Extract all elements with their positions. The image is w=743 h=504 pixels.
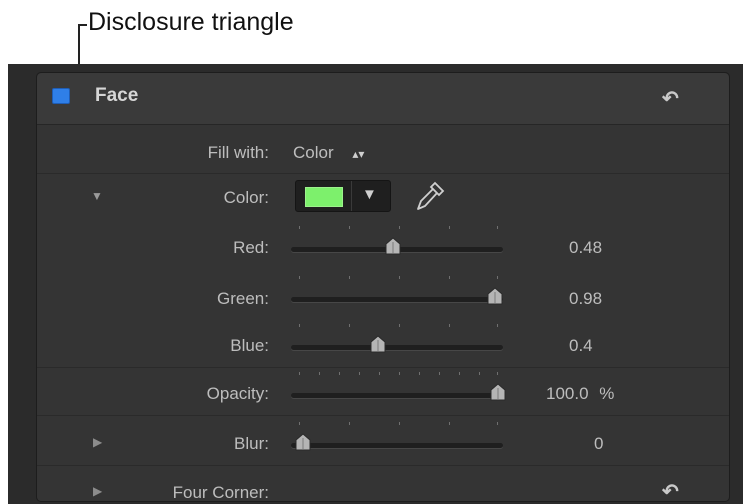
color-swatch[interactable] [305, 187, 343, 207]
face-parameter-group: Face ↶ Fill with: Color ▴▾ ▼ Color: ▼ Re… [36, 72, 730, 504]
row-separator [37, 367, 729, 368]
face-title: Face [95, 85, 139, 106]
fill-with-popup[interactable]: Color ▴▾ [293, 143, 364, 163]
color-label: Color: [223, 188, 269, 207]
opacity-slider-thumb[interactable] [488, 382, 508, 402]
blur-slider-thumb[interactable] [293, 432, 313, 452]
color-disclosure-triangle-icon[interactable]: ▼ [91, 189, 103, 203]
green-slider-ticks [299, 276, 499, 279]
opacity-value-field[interactable]: 100.0 % [546, 384, 614, 404]
fill-with-value: Color [293, 143, 334, 162]
fill-with-label: Fill with: [207, 143, 269, 162]
row-separator [37, 415, 729, 416]
four-corner-disclosure-triangle-icon[interactable]: ▶ [93, 484, 102, 498]
green-label: Green: [217, 289, 269, 308]
green-slider-thumb[interactable] [485, 286, 505, 306]
red-slider-thumb[interactable] [383, 236, 403, 256]
four-corner-label: Four Corner: [172, 483, 269, 502]
green-slider-track[interactable] [291, 297, 503, 302]
opacity-unit: % [599, 384, 615, 403]
face-enable-checkbox[interactable] [52, 88, 70, 104]
eyedropper-icon[interactable] [411, 179, 447, 215]
four-corner-reset-icon[interactable]: ↶ [662, 479, 679, 504]
opacity-slider-track[interactable] [291, 393, 503, 398]
blur-disclosure-triangle-icon[interactable]: ▶ [93, 435, 102, 449]
opacity-label: Opacity: [206, 384, 269, 403]
face-reset-icon[interactable]: ↶ [662, 86, 679, 111]
blur-value[interactable]: 0 [594, 434, 603, 454]
blur-label: Blur: [234, 434, 269, 453]
opacity-value: 100.0 [546, 384, 589, 403]
popup-stepper-icon: ▴▾ [352, 147, 365, 161]
red-label: Red: [233, 238, 269, 257]
blue-value[interactable]: 0.4 [569, 336, 593, 356]
row-separator [37, 173, 729, 174]
blue-label: Blue: [230, 336, 269, 355]
row-separator [37, 465, 729, 466]
face-header: Face ↶ [37, 73, 729, 125]
blue-slider-thumb[interactable] [368, 334, 388, 354]
blue-slider-track[interactable] [291, 345, 503, 350]
blue-slider-ticks [299, 324, 499, 327]
callout-label: Disclosure triangle [88, 8, 294, 36]
color-well-divider [351, 181, 352, 211]
color-popup-arrow-icon[interactable]: ▼ [362, 186, 377, 203]
green-value[interactable]: 0.98 [569, 289, 602, 309]
opacity-slider-ticks [299, 372, 499, 375]
color-well[interactable]: ▼ [295, 180, 391, 212]
inspector-panel: Face ↶ Fill with: Color ▴▾ ▼ Color: ▼ Re… [8, 64, 743, 504]
red-value[interactable]: 0.48 [569, 238, 602, 258]
red-slider-ticks [299, 226, 499, 229]
blur-slider-ticks [299, 422, 499, 425]
blur-slider-track[interactable] [291, 443, 503, 448]
